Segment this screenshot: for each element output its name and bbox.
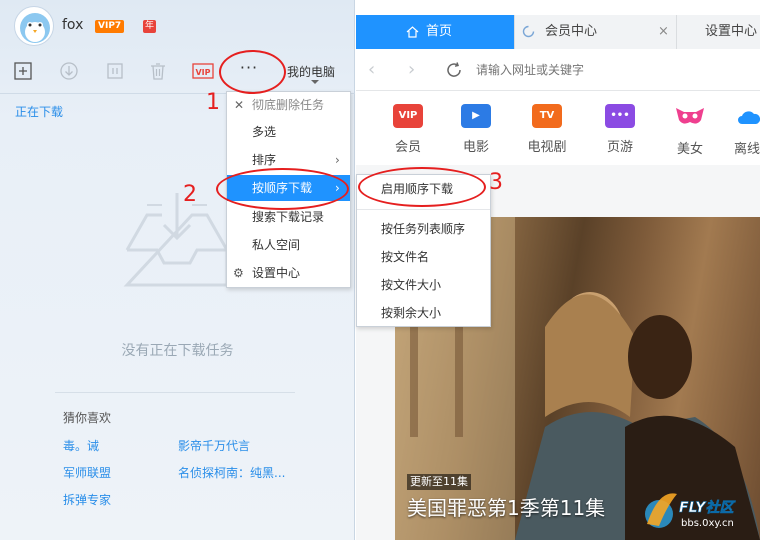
browser-tab-bar: 首页 会员中心 × 设置中心 xyxy=(356,15,760,49)
menu-item-by-task-order[interactable]: 按任务列表顺序 xyxy=(357,216,490,242)
menu-item-delete-permanently[interactable]: ✕ 彻底删除任务 xyxy=(227,92,350,118)
mask-icon xyxy=(676,108,704,124)
menu-item-label: 按剩余大小 xyxy=(381,306,442,320)
quick-link-games[interactable]: ••• 页游 xyxy=(594,104,646,155)
vip-accel-button[interactable]: VIP xyxy=(192,60,214,82)
vip-badge[interactable]: VIP7 xyxy=(95,20,125,33)
cloud-icon xyxy=(738,111,760,124)
start-button[interactable] xyxy=(58,60,80,82)
chevron-down-icon[interactable] xyxy=(311,80,319,84)
menu-item-label: 按文件名 xyxy=(381,250,430,264)
refresh-icon[interactable] xyxy=(445,61,463,79)
menu-item-multiselect[interactable]: 多选 xyxy=(227,119,350,145)
annotation-circle xyxy=(219,50,286,94)
divider xyxy=(55,392,295,393)
tab-label: 设置中心 xyxy=(705,24,758,39)
delete-button[interactable] xyxy=(147,60,169,82)
recommend-link[interactable]: 影帝千万代言 xyxy=(178,437,250,454)
update-badge: 更新至11集 xyxy=(407,474,471,490)
menu-item-label: 按任务列表顺序 xyxy=(381,222,466,236)
menu-item-label: 按文件大小 xyxy=(381,278,442,292)
gear-icon: ⚙ xyxy=(233,266,244,280)
empty-inbox-icon xyxy=(123,193,229,287)
location-selector[interactable]: 我的电脑 xyxy=(287,63,335,80)
forward-icon[interactable]: › xyxy=(408,59,415,80)
tab-label: 会员中心 xyxy=(545,24,598,39)
annotation-number: 3 xyxy=(489,170,503,195)
quick-link-label: 页游 xyxy=(606,140,633,155)
back-icon[interactable]: ‹ xyxy=(368,59,375,80)
add-icon xyxy=(14,62,32,80)
recommend-link[interactable]: 名侦探柯南：纯黑... xyxy=(178,464,285,481)
new-task-button[interactable] xyxy=(12,60,34,82)
recommend-link[interactable]: 拆弹专家 xyxy=(63,491,111,508)
recommend-link[interactable]: 军师联盟 xyxy=(63,464,111,481)
tab-home[interactable]: 首页 xyxy=(356,15,515,49)
quick-link-label: 电视剧 xyxy=(527,140,567,155)
play-icon: ▶ xyxy=(461,104,491,128)
tab-vip-center[interactable]: 会员中心 × xyxy=(515,15,677,49)
user-avatar[interactable] xyxy=(14,6,54,46)
annotation-circle xyxy=(216,168,349,210)
divider xyxy=(357,209,490,210)
quick-link-label: 美女 xyxy=(676,142,703,157)
recommend-link[interactable]: 毒。诫 xyxy=(63,437,99,454)
vip-icon: VIP xyxy=(393,104,423,128)
username: fox xyxy=(62,17,84,33)
annotation-number: 2 xyxy=(183,182,197,207)
quick-link-beauty[interactable]: 美女 xyxy=(664,104,716,157)
empty-state-text: 没有正在下载任务 xyxy=(121,343,234,359)
svg-text:VIP: VIP xyxy=(195,68,210,77)
annotation-circle xyxy=(358,167,486,207)
menu-item-label: 设置中心 xyxy=(252,266,301,280)
url-input[interactable] xyxy=(476,59,756,81)
poster-title[interactable]: 美国罪恶第1季第11集 xyxy=(407,492,605,521)
annotation-number: 1 xyxy=(206,90,220,115)
menu-item-label: 彻底删除任务 xyxy=(252,98,325,112)
svg-text:FLY社区: FLY社区 xyxy=(679,499,736,516)
home-icon xyxy=(406,26,419,38)
watermark-logo: FLY社区 bbs.0xy.cn xyxy=(645,493,737,529)
quick-link-vip[interactable]: VIP 会员 xyxy=(382,104,434,155)
trash-icon xyxy=(151,63,165,80)
menu-item-settings[interactable]: ⚙ 设置中心 xyxy=(227,260,350,286)
quick-link-label: 离线 xyxy=(734,142,760,157)
menu-item-by-remaining[interactable]: 按剩余大小 xyxy=(357,300,490,326)
quick-link-label: 电影 xyxy=(462,140,489,155)
quick-link-tv[interactable]: TV 电视剧 xyxy=(521,104,573,155)
tab-downloading[interactable]: 正在下载 xyxy=(15,103,63,120)
vip-icon: VIP xyxy=(192,63,214,79)
download-icon xyxy=(60,62,78,80)
quick-link-offline[interactable]: 离线 xyxy=(734,104,760,157)
close-icon: ✕ xyxy=(234,98,245,112)
close-icon[interactable]: × xyxy=(658,15,669,49)
tv-icon: TV xyxy=(532,104,562,128)
svg-text:bbs.0xy.cn: bbs.0xy.cn xyxy=(681,518,734,529)
pause-icon xyxy=(107,63,123,79)
menu-item-by-filesize[interactable]: 按文件大小 xyxy=(357,272,490,298)
chevron-right-icon: › xyxy=(335,153,340,167)
quick-link-label: 会员 xyxy=(394,140,421,155)
recommend-title: 猜你喜欢 xyxy=(63,411,112,425)
quick-link-movie[interactable]: ▶ 电影 xyxy=(450,104,502,155)
menu-item-label: 多选 xyxy=(252,125,277,139)
loading-icon xyxy=(522,25,535,38)
year-badge: 年 xyxy=(143,20,156,33)
address-bar: ‹ › xyxy=(356,49,760,91)
menu-item-by-filename[interactable]: 按文件名 xyxy=(357,244,490,270)
gamepad-icon: ••• xyxy=(605,104,635,128)
tab-settings[interactable]: 设置中心 xyxy=(677,15,760,49)
menu-item-label: 私人空间 xyxy=(252,238,301,252)
tab-label: 首页 xyxy=(426,24,453,39)
menu-item-private-space[interactable]: 私人空间 xyxy=(227,232,350,258)
pause-button[interactable] xyxy=(104,60,126,82)
